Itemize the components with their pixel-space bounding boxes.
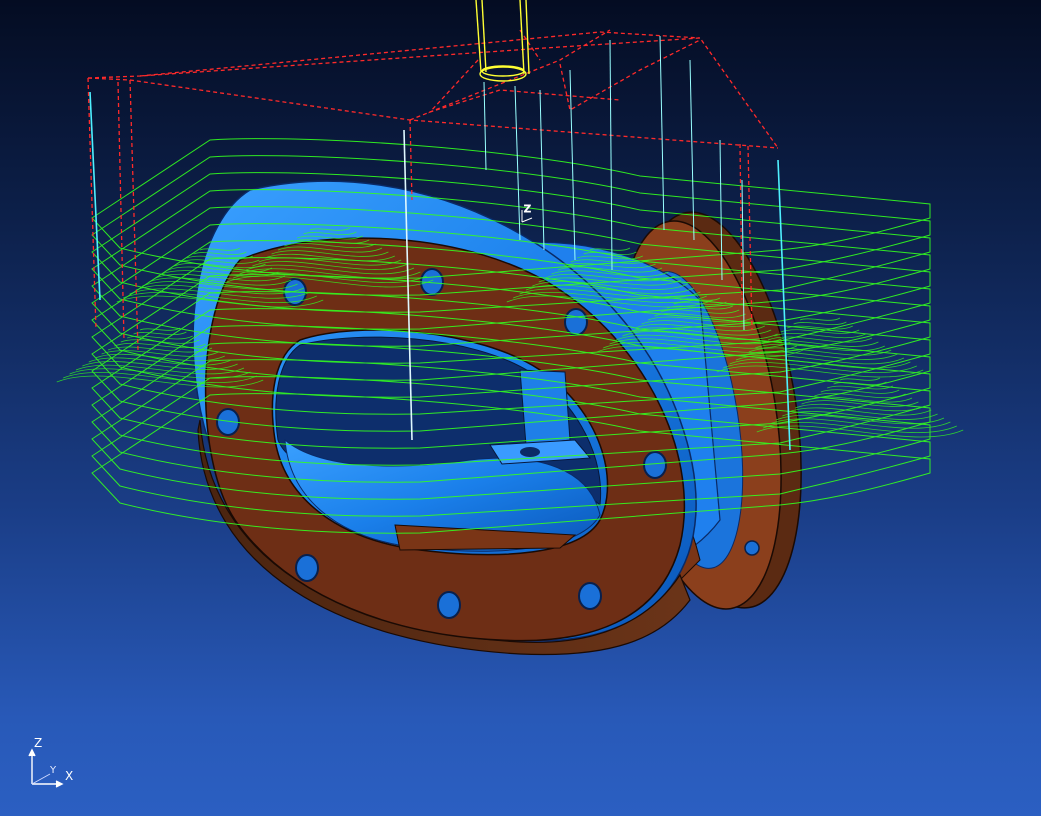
front-flange[interactable] bbox=[192, 180, 697, 656]
y-axis-icon bbox=[31, 773, 51, 785]
z-axis-label: Z bbox=[34, 736, 42, 750]
toolpath-pocket-pass bbox=[133, 331, 187, 336]
z-axis-icon bbox=[28, 748, 36, 784]
y-axis-label: Y bbox=[49, 765, 57, 776]
x-axis-label: X bbox=[65, 769, 73, 783]
axis-triad[interactable]: Z Y X bbox=[24, 734, 84, 794]
toolpath-pocket-pass bbox=[820, 389, 900, 394]
graphics-viewport[interactable]: Z Z Y X bbox=[0, 0, 1041, 816]
workplane-marker: Z bbox=[521, 204, 533, 223]
toolpath-pocket-pass bbox=[839, 377, 881, 381]
toolpath-pocket-pass bbox=[793, 321, 847, 326]
cad-scene[interactable]: Z bbox=[0, 0, 1041, 816]
cutting-tool[interactable] bbox=[475, 0, 530, 82]
workplane-label: Z bbox=[524, 204, 531, 215]
toolpath-pocket-pass bbox=[139, 327, 181, 331]
back-flange-bolt-hole bbox=[744, 540, 760, 556]
toolpath-pocket-pass bbox=[799, 317, 841, 321]
